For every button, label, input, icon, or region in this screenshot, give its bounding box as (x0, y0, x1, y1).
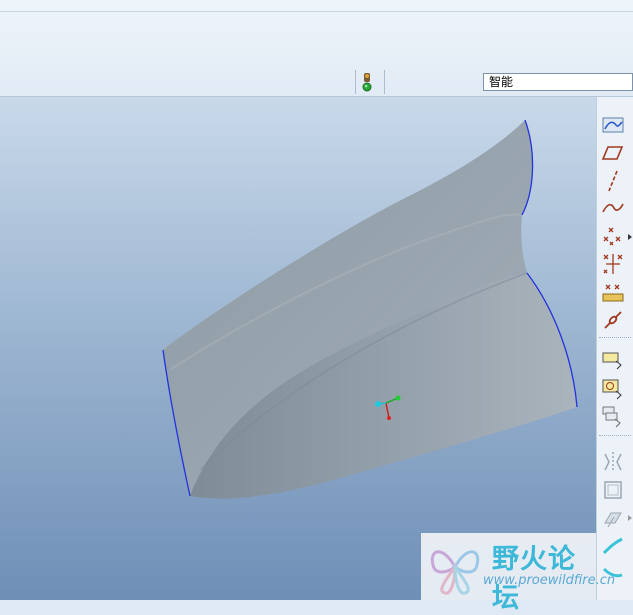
forum-watermark: 野火论坛 www.proewildfire.cn (421, 533, 615, 614)
traffic-light-icon[interactable] (362, 72, 372, 94)
datum-toolbar (596, 97, 633, 600)
datum-curve-icon[interactable] (600, 195, 626, 221)
extend-icon[interactable] (600, 533, 626, 559)
toolbar-separator (599, 435, 631, 436)
mirror-icon[interactable] (600, 449, 626, 475)
coordinate-system-icon[interactable] (600, 307, 626, 333)
toolbar-separator (599, 337, 631, 338)
toolbar-separator (384, 70, 385, 94)
flyout-arrow-icon[interactable] (628, 234, 632, 240)
datum-plane-icon[interactable] (600, 140, 626, 166)
top-toolbar: 智能 (0, 0, 633, 97)
offset-point-icon[interactable] (600, 251, 626, 277)
layer-note-icon[interactable] (600, 403, 626, 429)
toolbar-separator (355, 70, 356, 94)
sketch-datum-icon[interactable] (600, 112, 626, 138)
copy-surface-icon[interactable] (600, 505, 626, 531)
butterfly-logo-icon (430, 550, 480, 595)
graphics-viewport[interactable] (0, 97, 596, 600)
analysis-note-icon[interactable] (600, 375, 626, 401)
field-point-icon[interactable] (600, 279, 626, 305)
datum-point-icon[interactable] (600, 223, 626, 249)
selection-filter-select[interactable]: 智能 (483, 73, 633, 91)
toolbar-divider (0, 11, 633, 12)
note-icon[interactable] (600, 347, 626, 373)
datum-axis-icon[interactable] (600, 168, 626, 194)
frame-icon[interactable] (600, 477, 626, 503)
watermark-url: www.proewildfire.cn (483, 573, 616, 588)
surface-model (162, 119, 578, 499)
flyout-arrow-icon[interactable] (628, 515, 632, 521)
